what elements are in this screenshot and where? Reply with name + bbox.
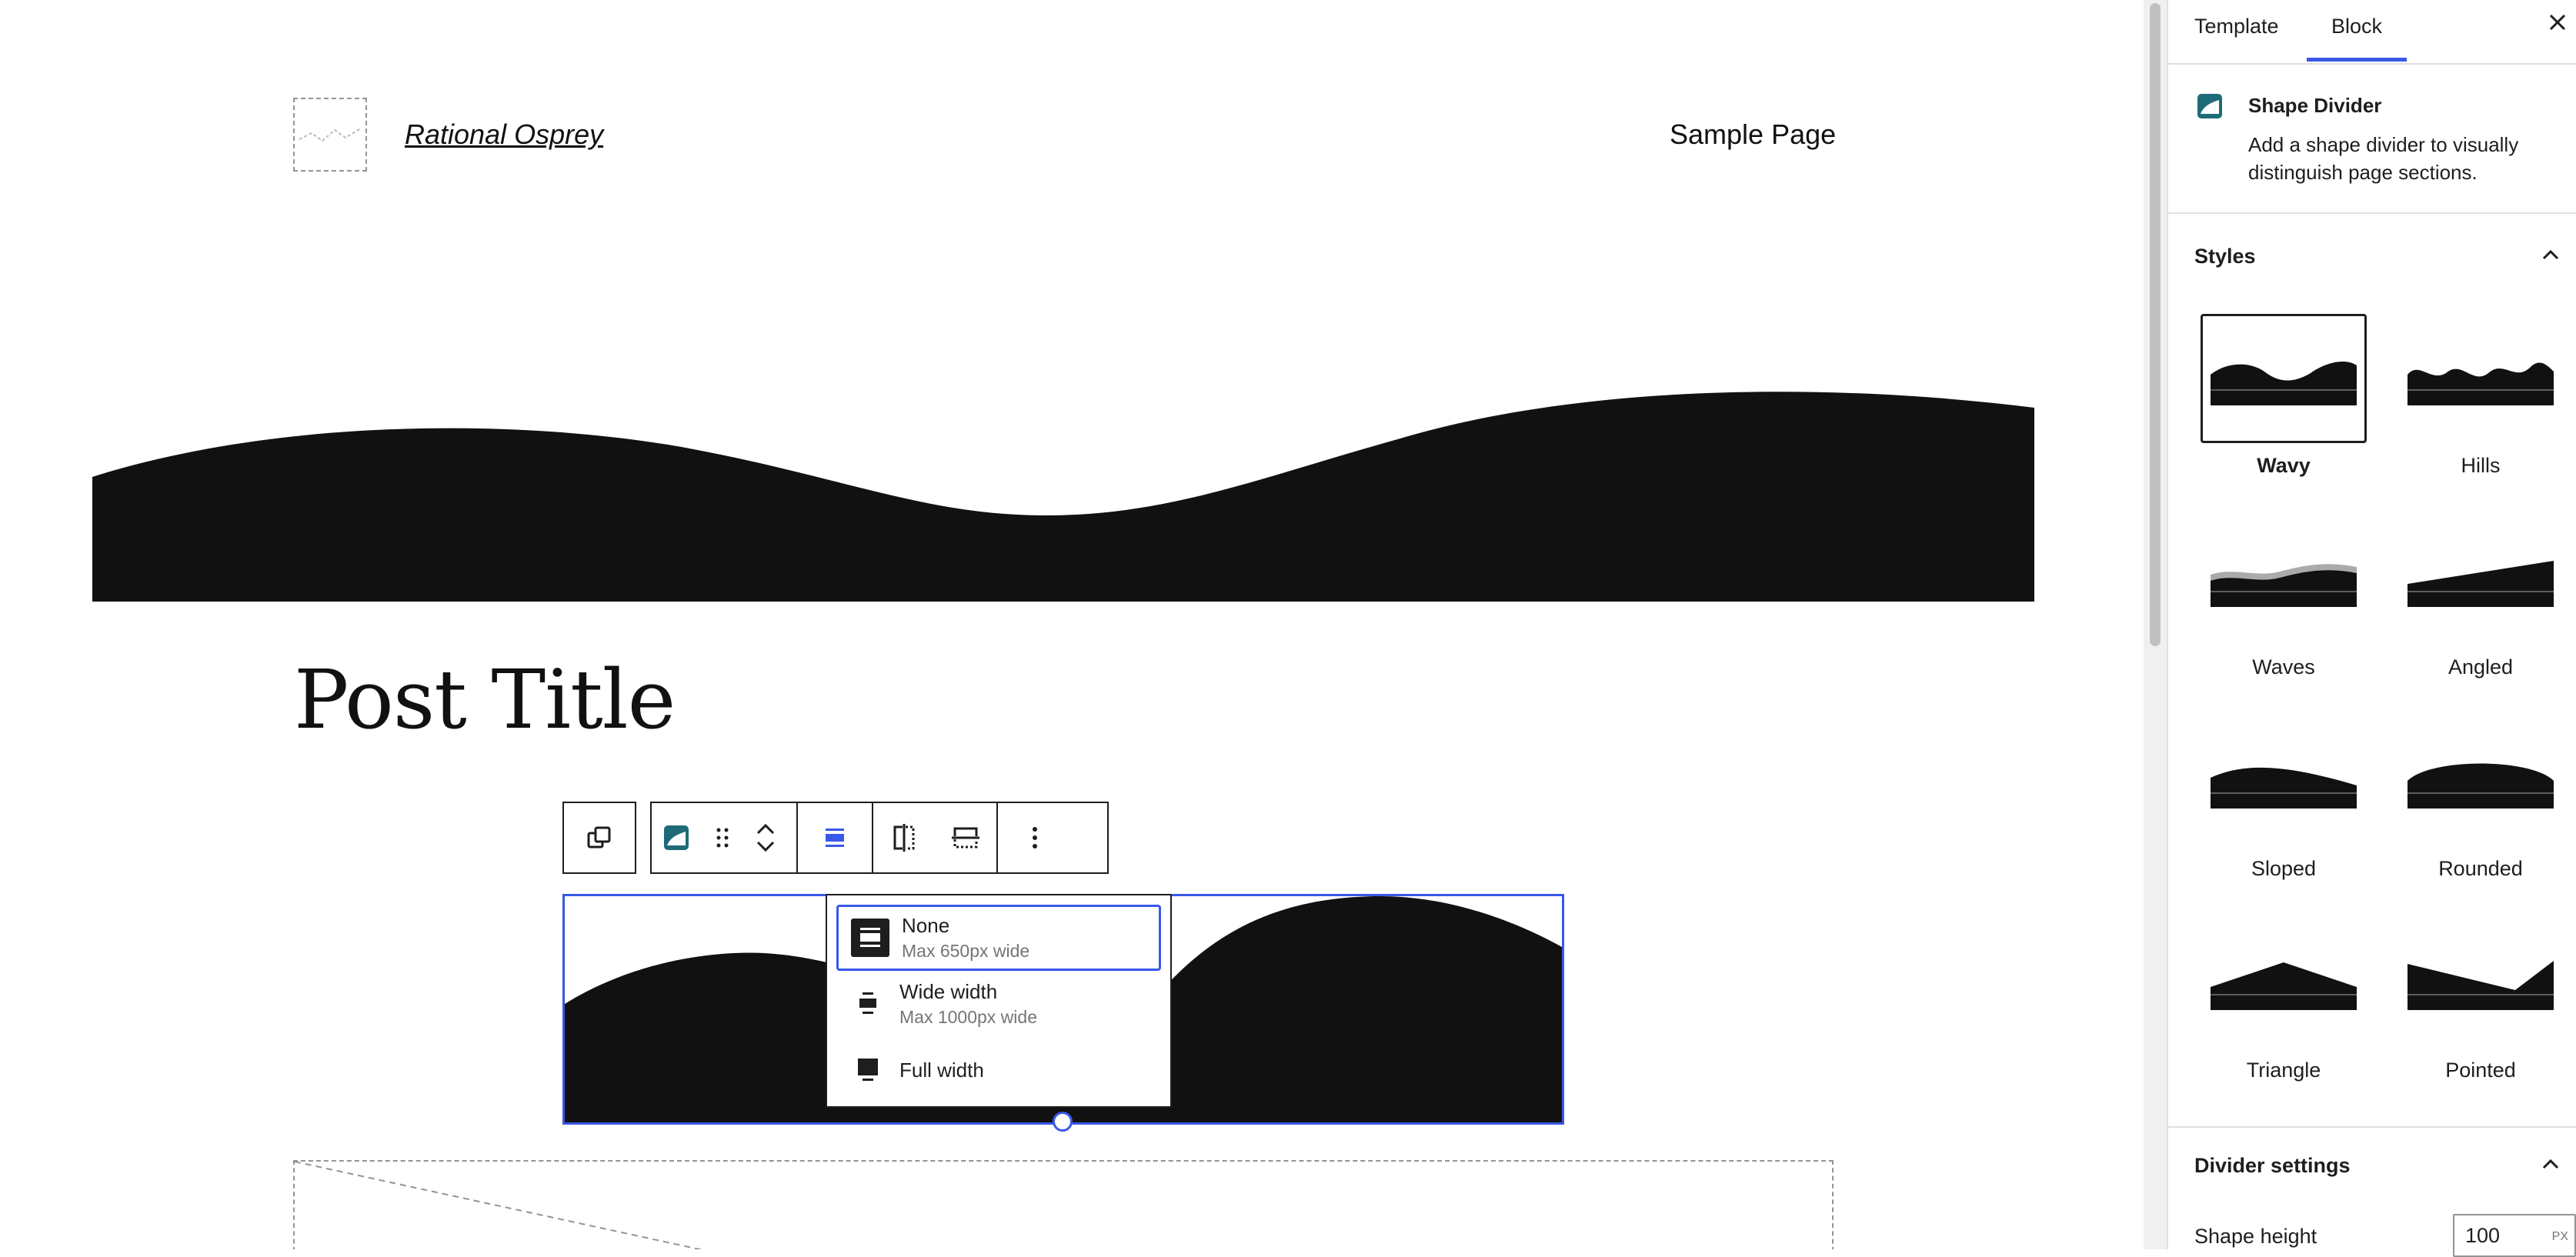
style-label: Wavy [2257, 454, 2311, 477]
style-option-pointed[interactable]: Pointed [2397, 919, 2564, 1103]
toolbar-parent-group [562, 802, 636, 874]
style-label: Waves [2252, 655, 2315, 679]
style-option-angled[interactable]: Angled [2397, 515, 2564, 700]
resize-handle[interactable] [1053, 1112, 1073, 1132]
style-label: Rounded [2438, 857, 2523, 880]
chevron-up-icon[interactable] [755, 821, 776, 838]
divider-settings-panel-toggle[interactable]: Divider settings [2168, 1134, 2576, 1197]
sloped-preview-icon [2211, 767, 2357, 809]
panel-divider [2168, 1126, 2576, 1128]
style-preview [2397, 717, 2564, 846]
style-option-wavy[interactable]: Wavy [2201, 314, 2367, 498]
site-logo-placeholder[interactable] [293, 98, 367, 172]
align-button[interactable] [798, 803, 872, 872]
style-preview [2397, 314, 2564, 443]
chevron-down-icon[interactable] [755, 838, 776, 855]
alignment-dropdown: None Max 650px wide Wide width Max 1000p… [826, 894, 1172, 1108]
header-wavy-shape-divider[interactable] [92, 362, 2034, 602]
style-preview [2397, 919, 2564, 1048]
style-option-hills[interactable]: Hills [2397, 314, 2564, 498]
align-option-none[interactable]: None Max 650px wide [836, 905, 1161, 971]
pointed-preview-icon [2407, 961, 2554, 1010]
shape-height-input[interactable]: 100 PX [2453, 1214, 2576, 1257]
block-card: Shape Divider Add a shape divider to vis… [2168, 65, 2576, 214]
angled-preview-icon [2407, 561, 2554, 607]
close-sidebar-button[interactable] [2544, 11, 2571, 38]
chevron-up-icon [2542, 1159, 2559, 1169]
style-preview [2201, 919, 2367, 1048]
align-option-hint: Max 650px wide [902, 941, 1030, 961]
style-label: Triangle [2246, 1059, 2321, 1082]
nav-item-sample-page[interactable]: Sample Page [1670, 118, 1836, 151]
style-option-waves[interactable]: Waves [2201, 515, 2367, 700]
triangle-preview-icon [2211, 962, 2357, 1010]
parent-block-icon [587, 826, 611, 849]
drag-handle[interactable] [701, 803, 744, 872]
shape-height-value: 100 [2465, 1224, 2501, 1247]
shape-height-label: Shape height [2194, 1225, 2317, 1248]
style-option-sloped[interactable]: Sloped [2201, 717, 2367, 902]
rounded-preview-icon [2407, 763, 2554, 809]
style-label: Pointed [2445, 1059, 2516, 1082]
close-icon [2549, 14, 2566, 31]
align-option-label: Wide width [899, 980, 998, 1003]
hills-preview-icon [2407, 362, 2554, 405]
flip-vertical-icon [952, 827, 979, 849]
style-label: Hills [2461, 454, 2501, 477]
tab-block[interactable]: Block [2307, 0, 2407, 62]
style-preview [2201, 314, 2367, 443]
align-wide-icon [849, 985, 887, 1023]
canvas-scrollbar[interactable] [2144, 0, 2167, 1249]
settings-sidebar: Template Block Shape Divider Add a shape… [2167, 0, 2576, 1257]
style-preview [2201, 515, 2367, 645]
align-option-hint: Max 1000px wide [899, 1007, 1037, 1027]
align-option-label: Full width [899, 1058, 984, 1082]
chevron-up-icon [2542, 249, 2559, 260]
style-label: Angled [2448, 655, 2514, 679]
select-parent-button[interactable] [564, 803, 635, 872]
panel-title: Divider settings [2194, 1154, 2351, 1177]
drag-handle-icon [716, 828, 729, 848]
style-option-triangle[interactable]: Triangle [2201, 919, 2367, 1103]
placeholder-diagonal [295, 1162, 703, 1249]
more-vertical-icon [1033, 827, 1037, 849]
flip-horizontal-button[interactable] [873, 803, 935, 872]
scrollbar-thumb[interactable] [2150, 3, 2161, 646]
style-preview [2201, 717, 2367, 846]
shape-height-unit[interactable]: PX [2552, 1217, 2568, 1257]
style-preview [2397, 515, 2564, 645]
panel-title: Styles [2194, 245, 2256, 268]
styles-panel-toggle[interactable]: Styles [2168, 225, 2576, 288]
block-name: Shape Divider [2248, 94, 2382, 117]
tab-template[interactable]: Template [2194, 0, 2279, 62]
sidebar-tabs: Template Block [2168, 0, 2576, 65]
align-option-wide[interactable]: Wide width Max 1000px wide [836, 971, 1161, 1037]
shape-divider-icon [664, 825, 689, 850]
align-none-icon [851, 919, 889, 957]
toolbar-main-group [650, 802, 1109, 874]
align-full-icon [849, 1051, 887, 1089]
site-title[interactable]: Rational Osprey [405, 118, 603, 151]
waves-preview-icon [2211, 564, 2357, 607]
style-option-rounded[interactable]: Rounded [2397, 717, 2564, 902]
block-type-button[interactable] [652, 803, 701, 872]
align-none-icon [826, 829, 844, 847]
move-buttons[interactable] [744, 803, 787, 872]
more-options-button[interactable] [998, 803, 1072, 872]
flip-horizontal-icon [893, 824, 915, 852]
image-placeholder-block[interactable] [293, 1160, 1834, 1249]
image-placeholder-icon [299, 128, 362, 142]
editor-canvas: Rational Osprey Sample Page Post Title N… [0, 0, 2144, 1249]
shape-divider-icon [2197, 94, 2222, 118]
post-title[interactable]: Post Title [294, 652, 676, 747]
align-option-label: None [902, 914, 950, 937]
flip-vertical-button[interactable] [935, 803, 996, 872]
wavy-preview-icon [2211, 362, 2357, 405]
block-description: Add a shape divider to visually distingu… [2248, 133, 2519, 184]
align-option-full[interactable]: Full width [836, 1037, 1161, 1103]
style-label: Sloped [2251, 857, 2317, 880]
